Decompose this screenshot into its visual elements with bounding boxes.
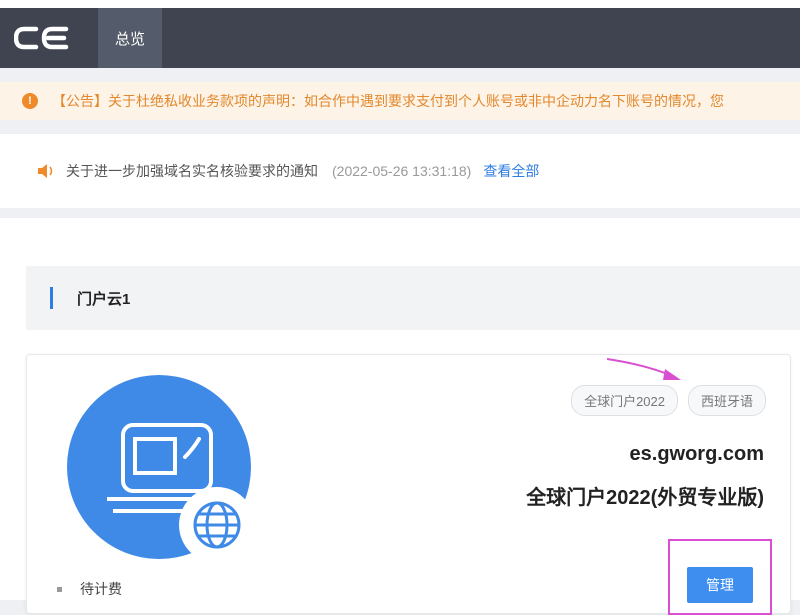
- site-domain: es.gworg.com: [629, 443, 764, 465]
- status-bullet: [57, 586, 62, 592]
- billing-status: 待计费: [57, 579, 122, 599]
- tag-language: 西班牙语: [687, 385, 766, 416]
- status-text: 待计费: [80, 581, 122, 597]
- top-navigation-bar: 总览: [0, 0, 800, 68]
- manage-button[interactable]: 管理: [687, 567, 753, 603]
- notice-title[interactable]: 关于进一步加强域名实名核验要求的通知: [66, 161, 318, 181]
- tag-product-version: 全球门户2022: [571, 385, 678, 416]
- tab-overview[interactable]: 总览: [98, 8, 162, 68]
- section-header: 门户云1: [26, 266, 800, 330]
- site-card: 全球门户2022 西班牙语 es.gworg.com 全球门户2022(外贸专业…: [26, 354, 791, 615]
- product-name: 全球门户2022(外贸专业版): [526, 487, 764, 509]
- section-title: 门户云1: [77, 290, 131, 308]
- laptop-globe-icon: [67, 375, 251, 559]
- speaker-icon: [38, 164, 53, 178]
- top-white-strip: [0, 0, 800, 8]
- notice-timestamp: (2022-05-26 13:31:18): [332, 163, 472, 179]
- announcement-banner: ! 【公告】关于杜绝私收业务款项的声明：如合作中遇到要求支付到个人账号或非中企动…: [0, 82, 800, 120]
- view-all-link[interactable]: 查看全部: [483, 161, 539, 181]
- ce-logo-icon[interactable]: [14, 26, 72, 50]
- arrow-annotation-icon: [607, 358, 681, 380]
- exclamation-circle-icon: !: [22, 93, 38, 109]
- section-accent-bar: [50, 287, 53, 309]
- main-content: 门户云1 全球门户2022 西班牙语 es.gworg.com 全球门户2022…: [0, 218, 800, 615]
- announcement-text: 【公告】关于杜绝私收业务款项的声明：如合作中遇到要求支付到个人账号或非中企动力名…: [52, 93, 724, 109]
- notice-bar: 关于进一步加强域名实名核验要求的通知 (2022-05-26 13:31:18)…: [0, 134, 800, 208]
- tag-list: 全球门户2022 西班牙语: [571, 385, 766, 416]
